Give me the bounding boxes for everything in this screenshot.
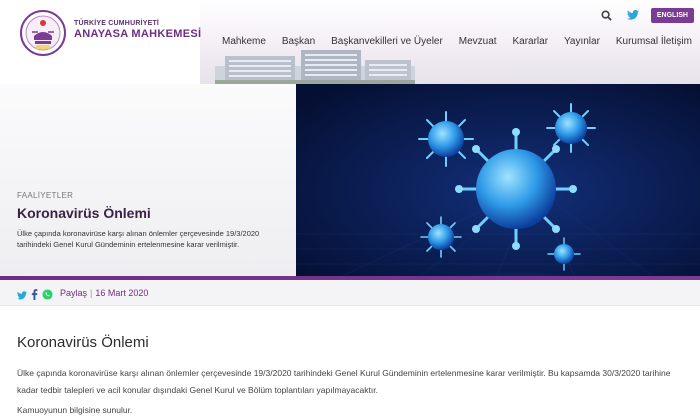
- brand-title[interactable]: TÜRKİYE CUMHURİYETİ ANAYASA MAHKEMESİ: [74, 20, 201, 40]
- main-navigation: Mahkeme Başkan Başkanvekilleri ve Üyeler…: [222, 36, 692, 47]
- nav-item-kararlar[interactable]: Kararlar: [512, 36, 548, 47]
- court-emblem-icon[interactable]: [20, 10, 66, 56]
- brand-subtitle: TÜRKİYE CUMHURİYETİ: [74, 20, 160, 27]
- top-toolbar: ENGLISH: [599, 7, 694, 23]
- share-link[interactable]: Paylaş: [60, 288, 87, 298]
- hero-title: Koronavirüs Önlemi: [17, 205, 151, 221]
- language-button[interactable]: ENGLISH: [650, 7, 694, 23]
- court-building-image: [215, 50, 415, 84]
- coronavirus-illustration: [296, 84, 700, 279]
- hero-image: [296, 84, 700, 279]
- brand-name: ANAYASA MAHKEMESİ: [74, 28, 202, 40]
- article-paragraph: Kamuoyunun bilgisine sunulur.: [17, 405, 133, 415]
- virus-bottom-left: [420, 216, 462, 258]
- nav-item-baskanvekilleri[interactable]: Başkanvekilleri ve Üyeler: [331, 36, 443, 47]
- whatsapp-icon[interactable]: [42, 287, 53, 305]
- hero-banner: FAALİYETLER Koronavirüs Önlemi Ülke çapı…: [0, 84, 700, 279]
- article-body: Koronavirüs Önlemi Ülke çapında koronavi…: [0, 307, 700, 420]
- hero-category: FAALİYETLER: [17, 191, 74, 200]
- twitter-icon[interactable]: [17, 287, 27, 305]
- publish-date: 16 Mart 2020: [95, 288, 149, 298]
- article-paragraph: Ülke çapında koronavirüse karşı alınan ö…: [17, 368, 671, 395]
- hero-text-panel: FAALİYETLER Koronavirüs Önlemi Ülke çapı…: [0, 84, 296, 279]
- article-title: Koronavirüs Önlemi: [17, 334, 149, 351]
- share-meta: Paylaş | 16 Mart 2020: [60, 288, 148, 298]
- share-separator: |: [90, 288, 93, 298]
- nav-item-kurumsal-iletisim[interactable]: Kurumsal İletişim: [616, 36, 692, 47]
- share-bar: Paylaş | 16 Mart 2020: [0, 280, 700, 306]
- nav-item-mahkeme[interactable]: Mahkeme: [222, 36, 266, 47]
- nav-item-mevzuat[interactable]: Mevzuat: [459, 36, 497, 47]
- facebook-icon[interactable]: [31, 287, 38, 305]
- twitter-icon[interactable]: [625, 7, 641, 23]
- nav-item-baskan[interactable]: Başkan: [282, 36, 315, 47]
- site-header: TÜRKİYE CUMHURİYETİ ANAYASA MAHKEMESİ EN…: [0, 0, 700, 84]
- hero-description: Ülke çapında koronavirüse karşı alınan ö…: [17, 229, 260, 249]
- nav-item-yayinlar[interactable]: Yayınlar: [564, 36, 600, 47]
- share-icons: [17, 287, 53, 305]
- virus-large: [455, 128, 577, 250]
- virus-top-right: [546, 103, 596, 153]
- search-icon[interactable]: [599, 7, 615, 23]
- virus-top-left: [418, 111, 474, 167]
